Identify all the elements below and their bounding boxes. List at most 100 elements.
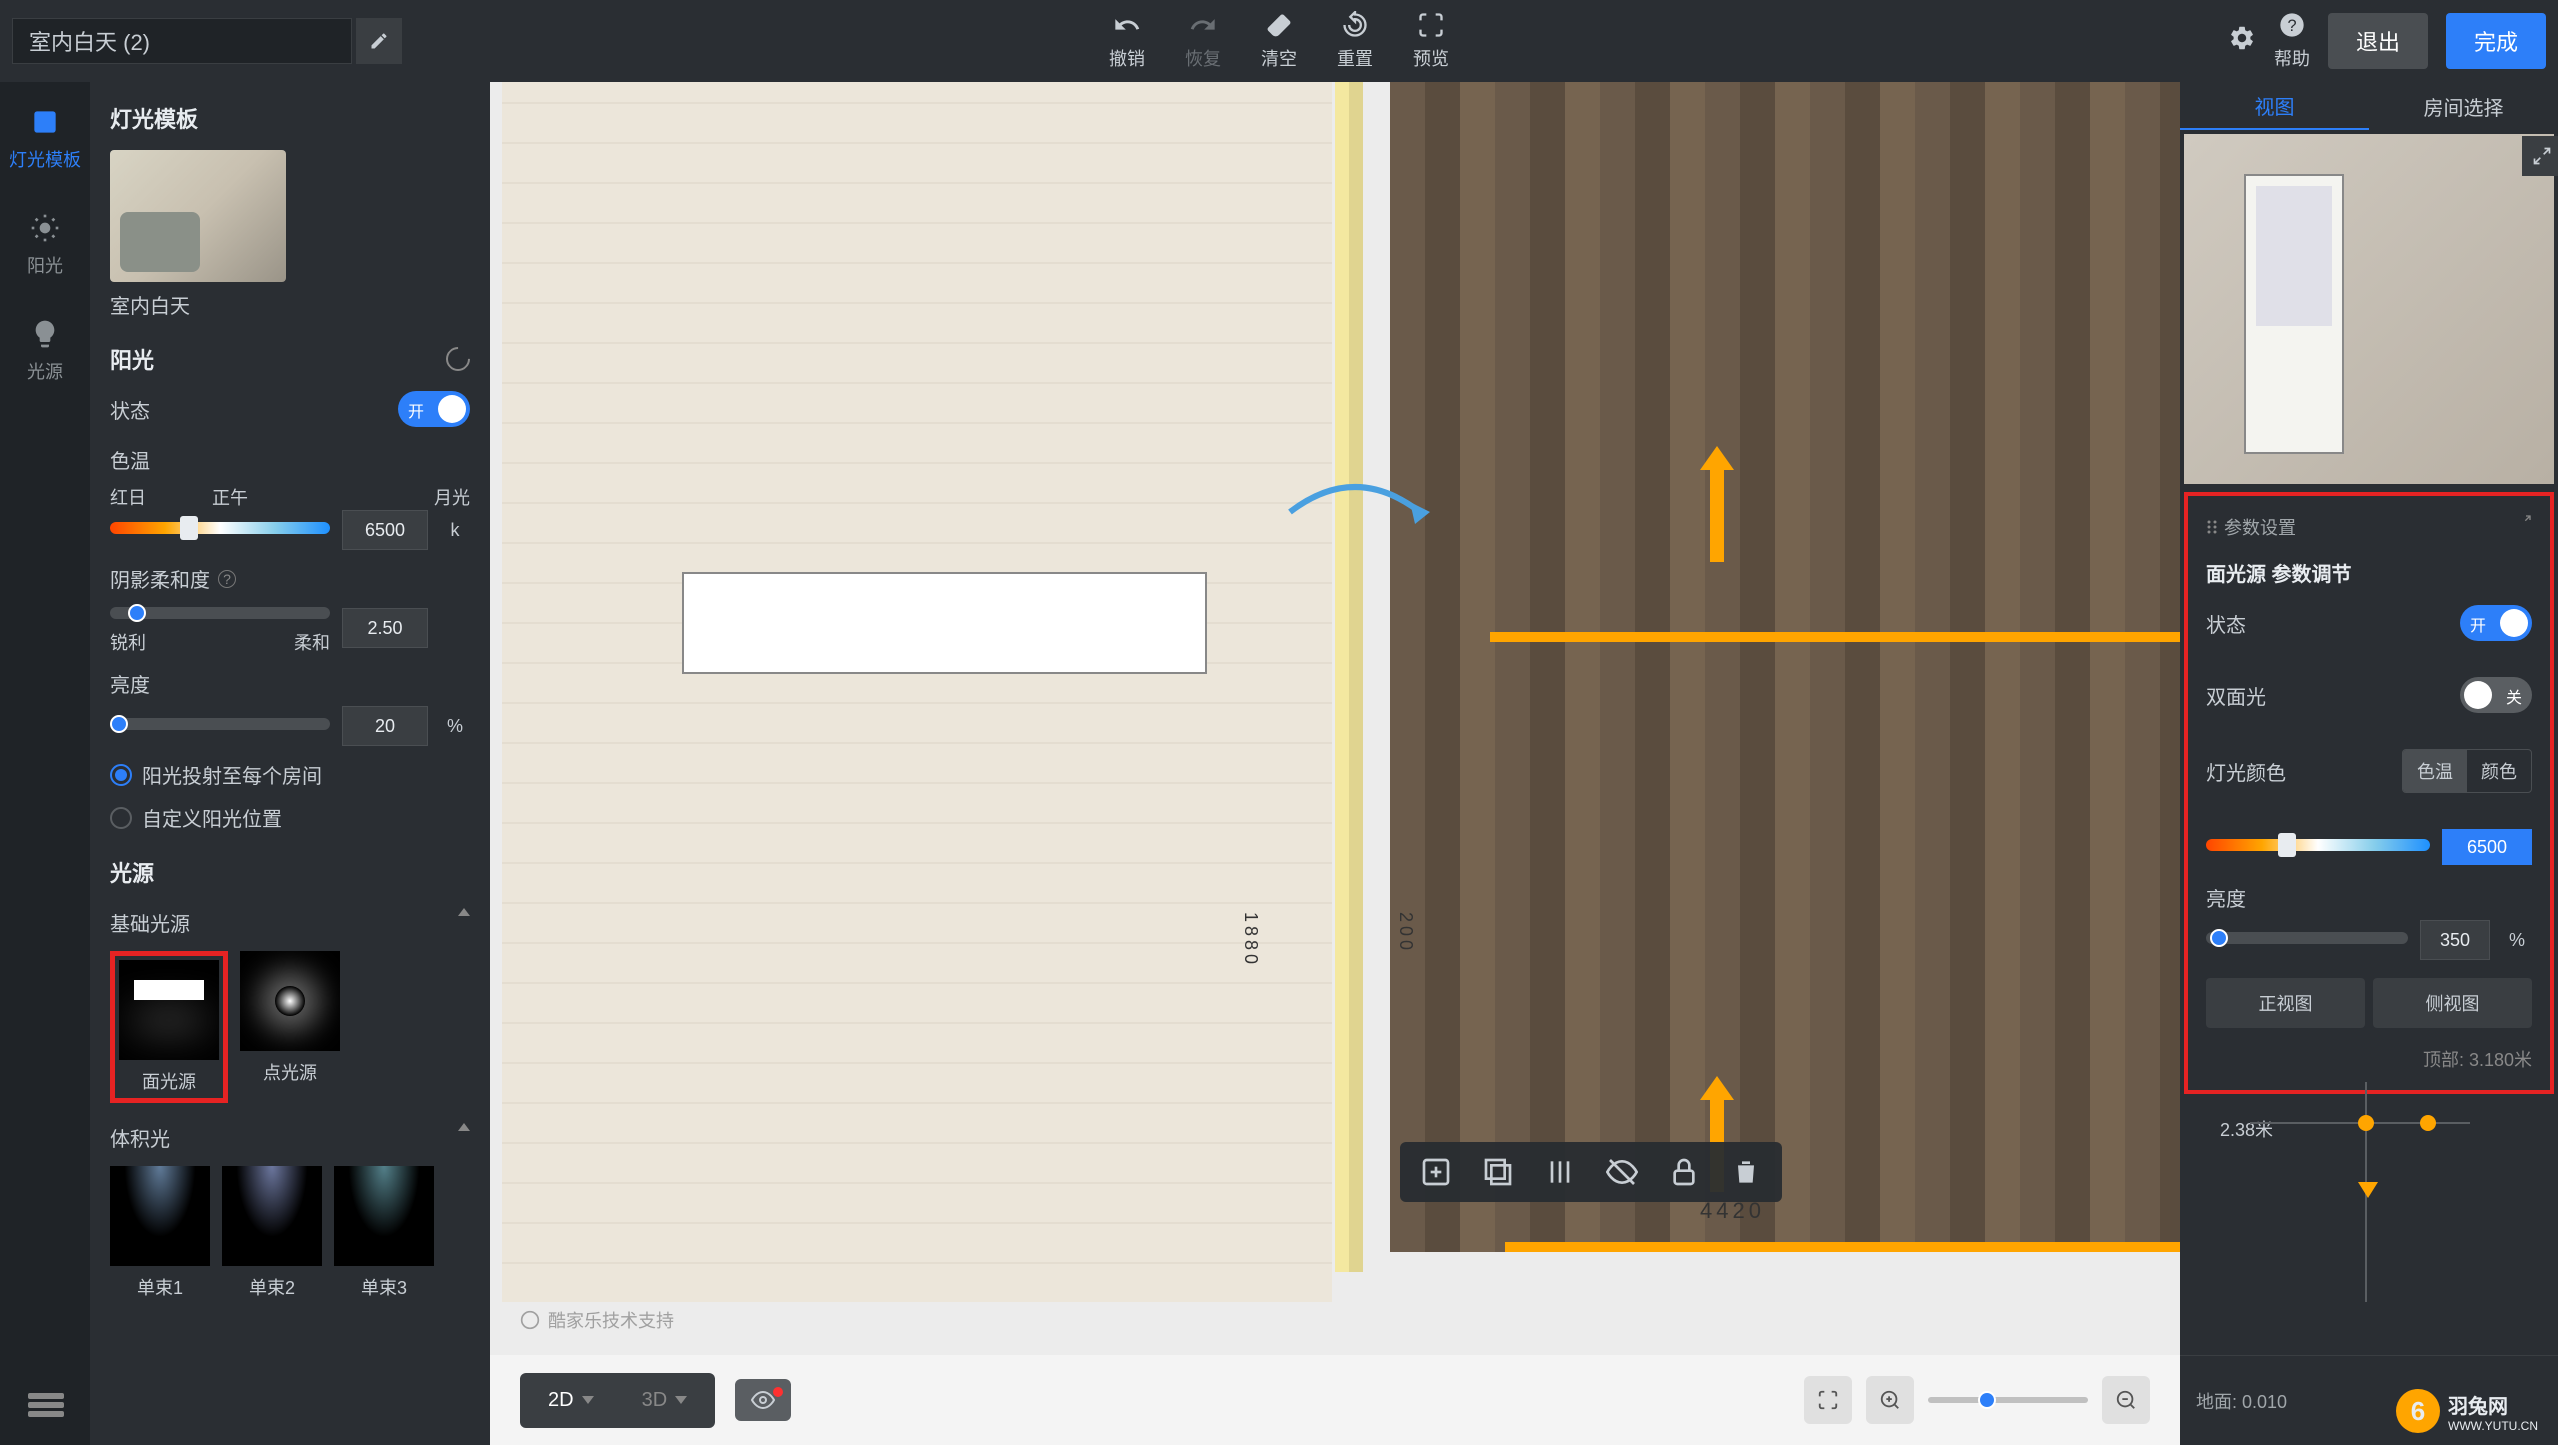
expand-thumbnail-button[interactable] [2522, 136, 2558, 176]
brightness-input[interactable] [342, 706, 428, 746]
right-ct-handle[interactable] [2278, 833, 2296, 857]
shadow-softness-label: 阴影柔和度 [110, 564, 210, 593]
reset-sunlight-button[interactable] [441, 342, 475, 376]
brightness-slider[interactable] [110, 718, 330, 730]
point-light-option[interactable]: 点光源 [240, 951, 340, 1103]
right-ct-slider[interactable] [2206, 839, 2430, 851]
nav-light-source[interactable]: 光源 [27, 318, 63, 384]
height-slider-widget[interactable]: 2.38米 [2220, 1082, 2500, 1302]
double-side-toggle[interactable]: 关 [2460, 677, 2532, 713]
nav-sunlight[interactable]: 阳光 [27, 212, 63, 278]
h-knob[interactable] [2420, 1115, 2436, 1131]
color-temp-slider[interactable] [110, 522, 330, 534]
zoom-slider[interactable] [1928, 1397, 2088, 1403]
drag-handle-icon[interactable] [2206, 519, 2218, 535]
radio-custom-position[interactable]: 自定义阳光位置 [110, 803, 470, 832]
chevron-icon[interactable] [458, 908, 470, 916]
trash-icon[interactable] [1730, 1156, 1762, 1188]
zoom-in-button[interactable] [1866, 1376, 1914, 1424]
exit-button[interactable]: 退出 [2328, 13, 2428, 69]
tab-view[interactable]: 视图 [2180, 82, 2369, 130]
beam1-option[interactable]: 单束1 [110, 1166, 210, 1300]
right-tabs: 视图 房间选择 [2180, 82, 2558, 130]
arrow-up-1[interactable] [1710, 462, 1724, 562]
preview-button[interactable]: 预览 [1413, 11, 1449, 71]
visibility-icon[interactable] [1606, 1156, 1638, 1188]
floor-wood-right [1390, 82, 2180, 1252]
beam3-thumb [334, 1166, 434, 1266]
nav-light-template[interactable]: 灯光模板 [9, 106, 81, 172]
view-toggle-button[interactable] [735, 1379, 791, 1421]
fit-screen-button[interactable] [1804, 1376, 1852, 1424]
redo-icon [1189, 11, 1217, 39]
beam2-label: 单束2 [249, 1274, 295, 1300]
brightness-handle[interactable] [110, 715, 128, 733]
layers-button[interactable] [28, 1393, 64, 1417]
ct-unit: k [440, 520, 470, 541]
reset-label: 重置 [1337, 45, 1373, 71]
radio-checked-icon [110, 764, 132, 786]
sunlight-status-toggle[interactable]: 开 [398, 391, 470, 427]
side-view-button[interactable]: 侧视图 [2373, 978, 2532, 1028]
radio-project-all-rooms[interactable]: 阳光投射至每个房间 [110, 760, 470, 789]
3d-preview-thumbnail[interactable] [2184, 134, 2554, 484]
done-button[interactable]: 完成 [2446, 13, 2546, 69]
shadow-handle[interactable] [128, 604, 146, 622]
lock-icon[interactable] [1668, 1156, 1700, 1188]
fit-icon [1817, 1389, 1839, 1411]
shadow-slider[interactable] [110, 607, 330, 619]
segment-color[interactable]: 颜色 [2467, 750, 2531, 792]
template-name-label: 室内白天 [110, 290, 470, 319]
light-rect-bottom[interactable] [1505, 1242, 2180, 1252]
ct-redsun-label: 红日 [110, 484, 146, 510]
color-temp-input[interactable] [342, 510, 428, 550]
align-icon[interactable] [1544, 1156, 1576, 1188]
beam2-option[interactable]: 单束2 [222, 1166, 322, 1300]
right-brightness-handle[interactable] [2210, 929, 2228, 947]
right-status-toggle[interactable]: 开 [2460, 605, 2532, 641]
template-thumbnail[interactable] [110, 150, 286, 282]
right-ct-input[interactable] [2442, 829, 2532, 865]
undo-button[interactable]: 撤销 [1109, 11, 1145, 71]
color-temp-label: 色温 [110, 445, 470, 474]
clear-button[interactable]: 清空 [1261, 11, 1297, 71]
furniture-box-2[interactable] [682, 624, 1207, 674]
right-brightness-slider[interactable] [2206, 932, 2408, 944]
ortho-view-button[interactable]: 正视图 [2206, 978, 2365, 1028]
center-knob[interactable] [2358, 1115, 2374, 1131]
tab-room-select[interactable]: 房间选择 [2369, 82, 2558, 130]
zoom-slider-handle[interactable] [1978, 1391, 1996, 1409]
eye-icon [751, 1388, 775, 1412]
toolbar-center: 撤销 恢复 清空 重置 预览 [1109, 11, 1449, 71]
beam3-label: 单束3 [361, 1274, 407, 1300]
shadow-input[interactable] [342, 608, 428, 648]
segment-color-temp[interactable]: 色温 [2403, 750, 2467, 792]
add-icon[interactable] [1420, 1156, 1452, 1188]
expand-panel-icon[interactable] [2516, 514, 2532, 530]
wall-divider [1335, 82, 1363, 1272]
gear-icon [2228, 24, 2256, 52]
project-name-field[interactable]: 室内白天 (2) [12, 18, 352, 64]
layers-icon[interactable] [1482, 1156, 1514, 1188]
light-rect-top[interactable] [1490, 632, 2180, 642]
reset-button[interactable]: 重置 [1337, 11, 1373, 71]
help-button[interactable]: ? 帮助 [2274, 11, 2310, 71]
3d-mode-button[interactable]: 3D [618, 1377, 712, 1424]
beam3-option[interactable]: 单束3 [334, 1166, 434, 1300]
top-info-label: 顶部: 3.180米 [2206, 1046, 2532, 1072]
edit-name-button[interactable] [356, 18, 402, 64]
rotate-arrow-icon[interactable] [1280, 472, 1430, 532]
right-brightness-input[interactable] [2420, 920, 2490, 960]
redo-label: 恢复 [1185, 45, 1221, 71]
color-temp-handle[interactable] [180, 516, 198, 540]
help-icon[interactable]: ? [218, 570, 236, 588]
canvas-viewport[interactable]: 4420 1880 200 酷家乐技术支持 2D 3D [490, 82, 2180, 1445]
zoom-out-button[interactable] [2102, 1376, 2150, 1424]
settings-button[interactable] [2228, 24, 2256, 58]
area-light-option[interactable]: 面光源 [110, 951, 228, 1103]
chevron-icon[interactable] [458, 1123, 470, 1131]
notification-dot [773, 1387, 783, 1397]
brightness-unit: % [440, 716, 470, 737]
2d-mode-button[interactable]: 2D [524, 1377, 618, 1424]
redo-button[interactable]: 恢复 [1185, 11, 1221, 71]
